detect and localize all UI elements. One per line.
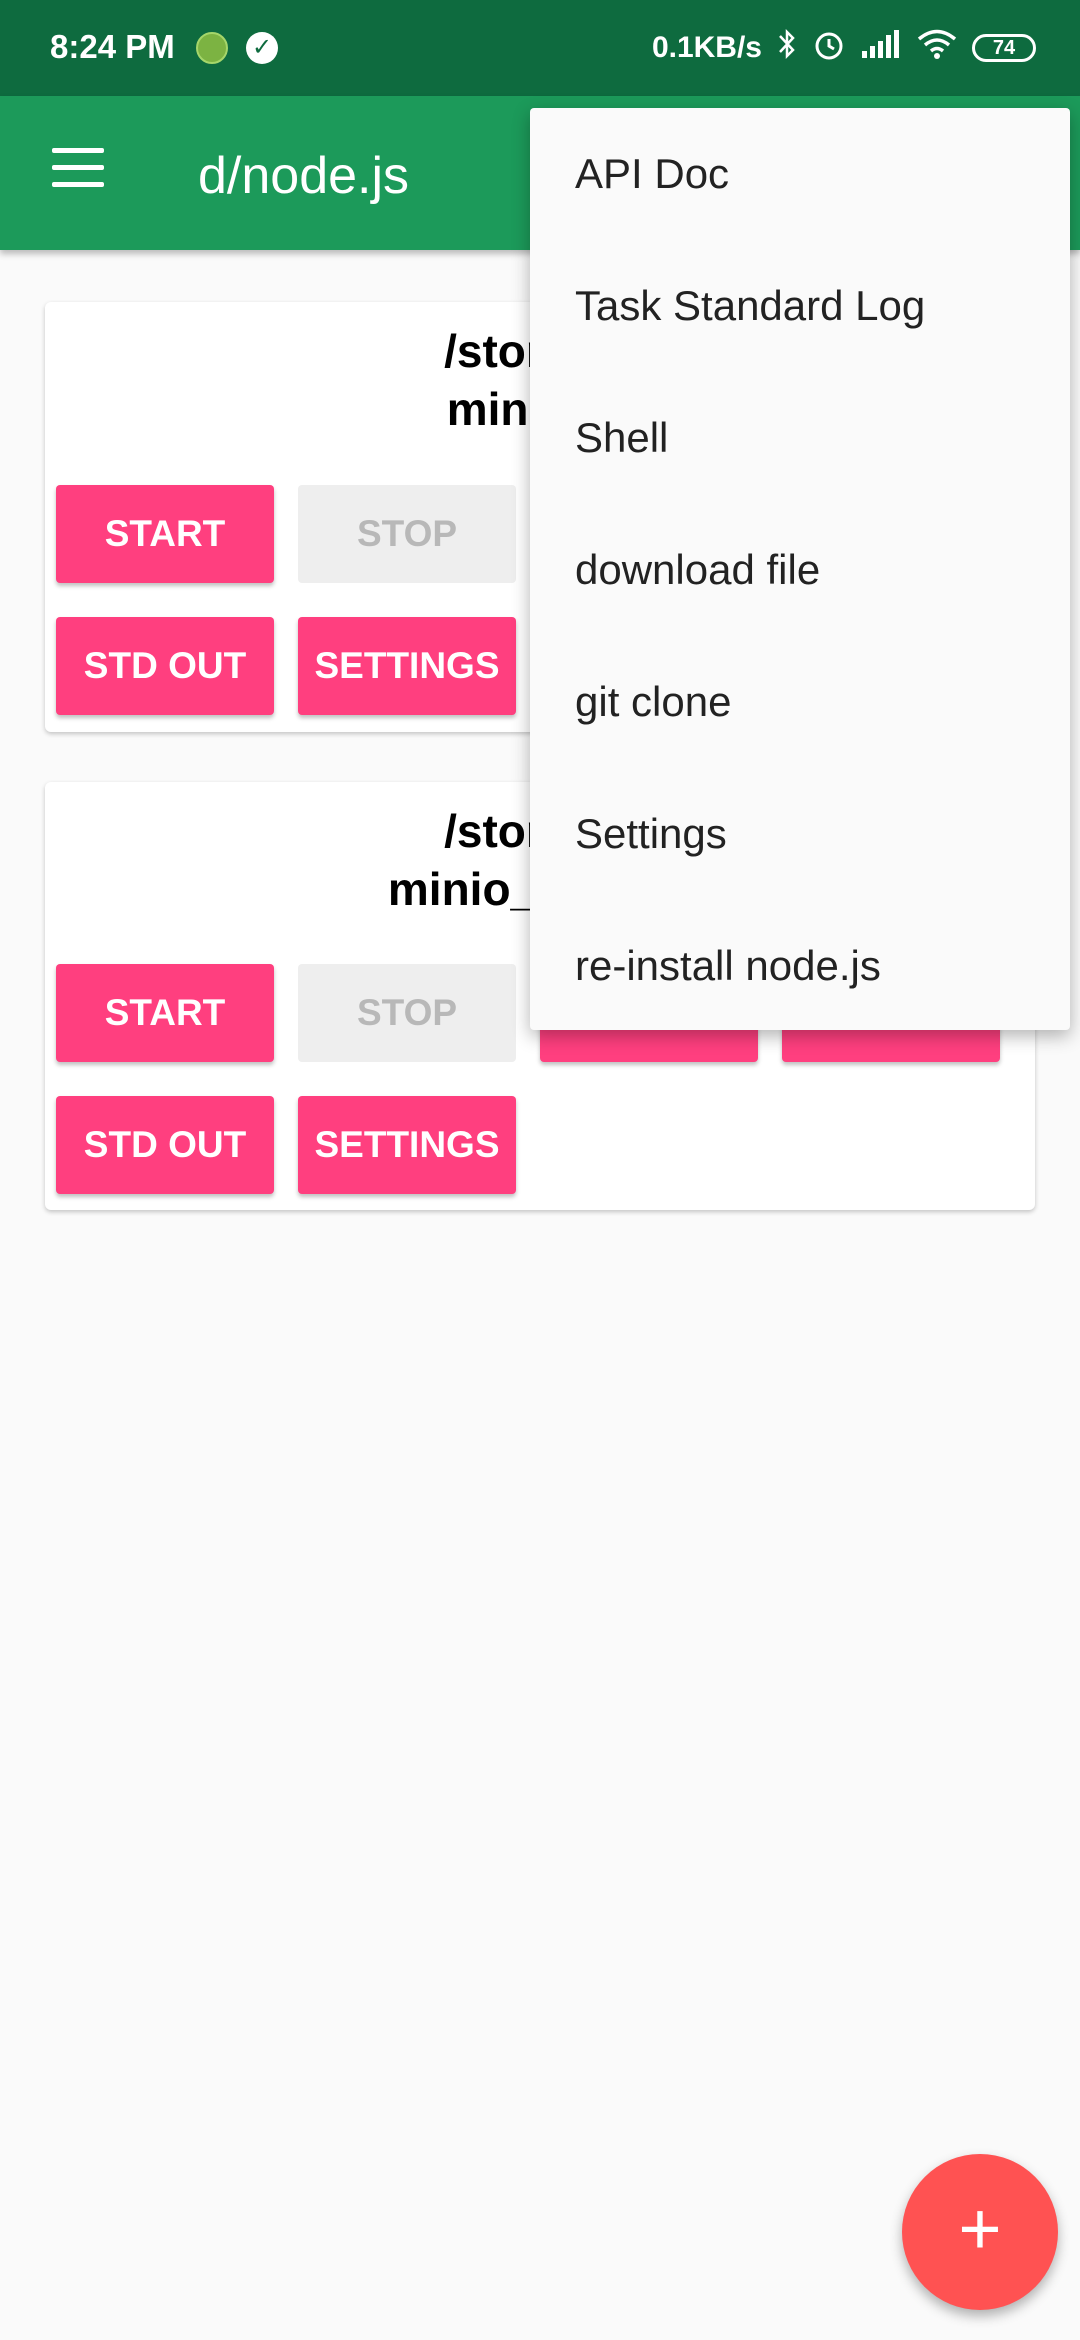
overflow-menu: API Doc Task Standard Log Shell download… bbox=[530, 108, 1070, 1030]
hamburger-menu-icon[interactable] bbox=[52, 148, 104, 188]
stop-button[interactable]: STOP bbox=[298, 964, 516, 1062]
menu-item-git-clone[interactable]: git clone bbox=[530, 636, 1070, 768]
start-button[interactable]: START bbox=[56, 964, 274, 1062]
wifi-icon bbox=[916, 28, 958, 68]
bluetooth-icon bbox=[776, 27, 798, 69]
menu-item-api-doc[interactable]: API Doc bbox=[530, 108, 1070, 240]
check-circle-icon: ✓ bbox=[246, 32, 278, 64]
menu-item-settings[interactable]: Settings bbox=[530, 768, 1070, 900]
network-speed: 0.1KB/s bbox=[651, 31, 762, 64]
menu-item-reinstall-nodejs[interactable]: re-install node.js bbox=[530, 900, 1070, 1032]
status-right-group: 0.1KB/s 74 bbox=[652, 26, 1036, 70]
plus-icon: + bbox=[958, 2187, 1002, 2270]
status-time: 8:24 PM bbox=[50, 28, 175, 65]
status-bar: 8:24 PM ✓ 0.1KB/s 74 bbox=[0, 0, 1080, 96]
app-dot-icon bbox=[196, 32, 228, 64]
add-task-button[interactable]: + bbox=[902, 2154, 1058, 2310]
settings-button[interactable]: SETTINGS bbox=[298, 617, 516, 715]
signal-icon bbox=[860, 29, 902, 67]
std-out-button[interactable]: STD OUT bbox=[56, 1096, 274, 1194]
menu-item-task-standard-log[interactable]: Task Standard Log bbox=[530, 240, 1070, 372]
alarm-icon bbox=[812, 27, 846, 69]
std-out-button[interactable]: STD OUT bbox=[56, 617, 274, 715]
stop-button[interactable]: STOP bbox=[298, 485, 516, 583]
menu-item-download-file[interactable]: download file bbox=[530, 504, 1070, 636]
app-title: d/node.js bbox=[198, 147, 410, 205]
settings-button[interactable]: SETTINGS bbox=[298, 1096, 516, 1194]
battery-icon: 74 bbox=[972, 34, 1036, 62]
start-button[interactable]: START bbox=[56, 485, 274, 583]
menu-item-shell[interactable]: Shell bbox=[530, 372, 1070, 504]
